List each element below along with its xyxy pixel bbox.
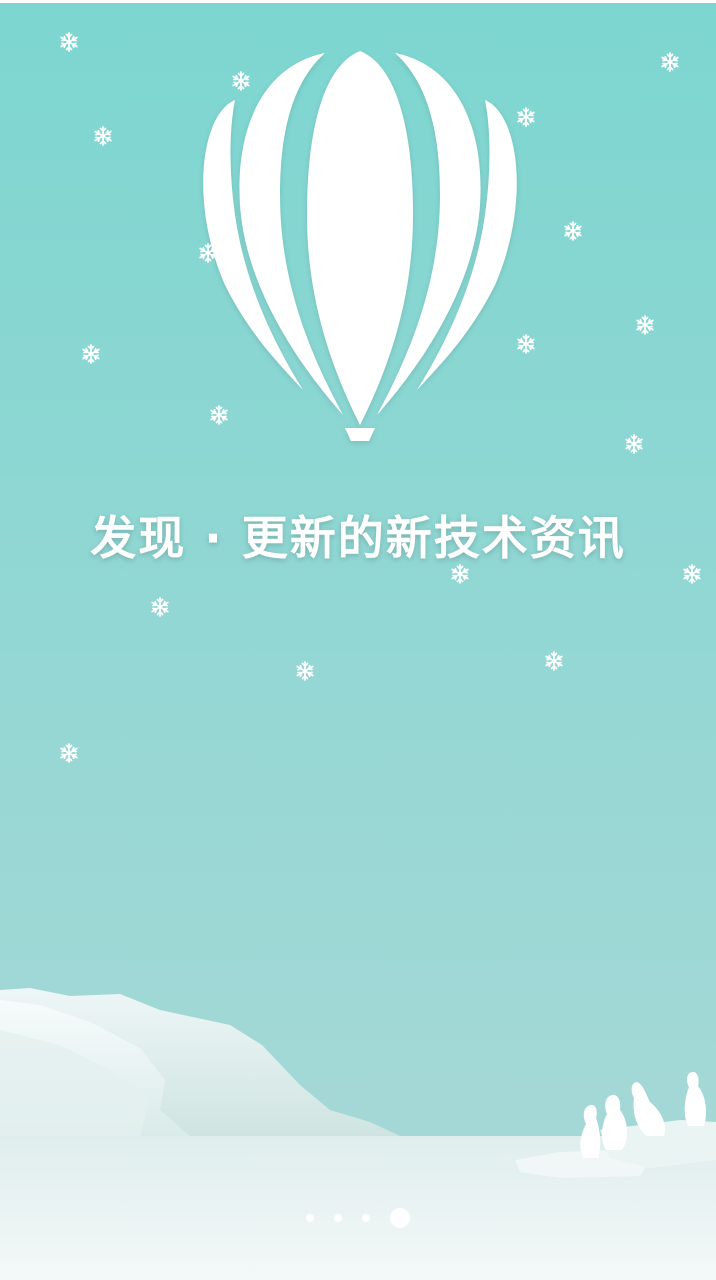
snowflake-icon	[683, 564, 701, 584]
snowflake-icon	[151, 597, 169, 617]
snowflake-icon	[517, 107, 535, 127]
status-bar-strip	[0, 0, 716, 3]
snowflake-icon	[199, 243, 217, 263]
iceberg-icon	[0, 988, 716, 1280]
snowflake-icon	[60, 743, 78, 763]
hot-air-balloon-icon	[203, 51, 517, 441]
slogan-text: 发现 · 更新的新技术资讯	[90, 511, 626, 565]
snowflake-icon	[296, 661, 314, 681]
snowflake-icon	[82, 344, 100, 364]
snowflake-icon	[564, 221, 582, 241]
page-dot-3[interactable]	[362, 1214, 370, 1222]
snowflake-icon	[60, 32, 78, 52]
page-dot-2[interactable]	[334, 1214, 342, 1222]
snowflake-icon	[545, 651, 563, 671]
page-indicator	[0, 1206, 716, 1230]
page-dot-4-active[interactable]	[390, 1208, 410, 1228]
snowflake-icon	[636, 315, 654, 335]
snowflake-icon	[210, 405, 228, 425]
page-dot-1[interactable]	[306, 1214, 314, 1222]
snowflake-icon	[661, 52, 679, 72]
snowflake-icon	[517, 334, 535, 354]
snowflake-icon	[451, 564, 469, 584]
snowflake-icon	[232, 71, 250, 91]
splash-screen[interactable]: 发现 · 更新的新技术资讯	[0, 0, 716, 1280]
snowflake-icon	[94, 126, 112, 146]
snowflake-icon	[625, 434, 643, 454]
